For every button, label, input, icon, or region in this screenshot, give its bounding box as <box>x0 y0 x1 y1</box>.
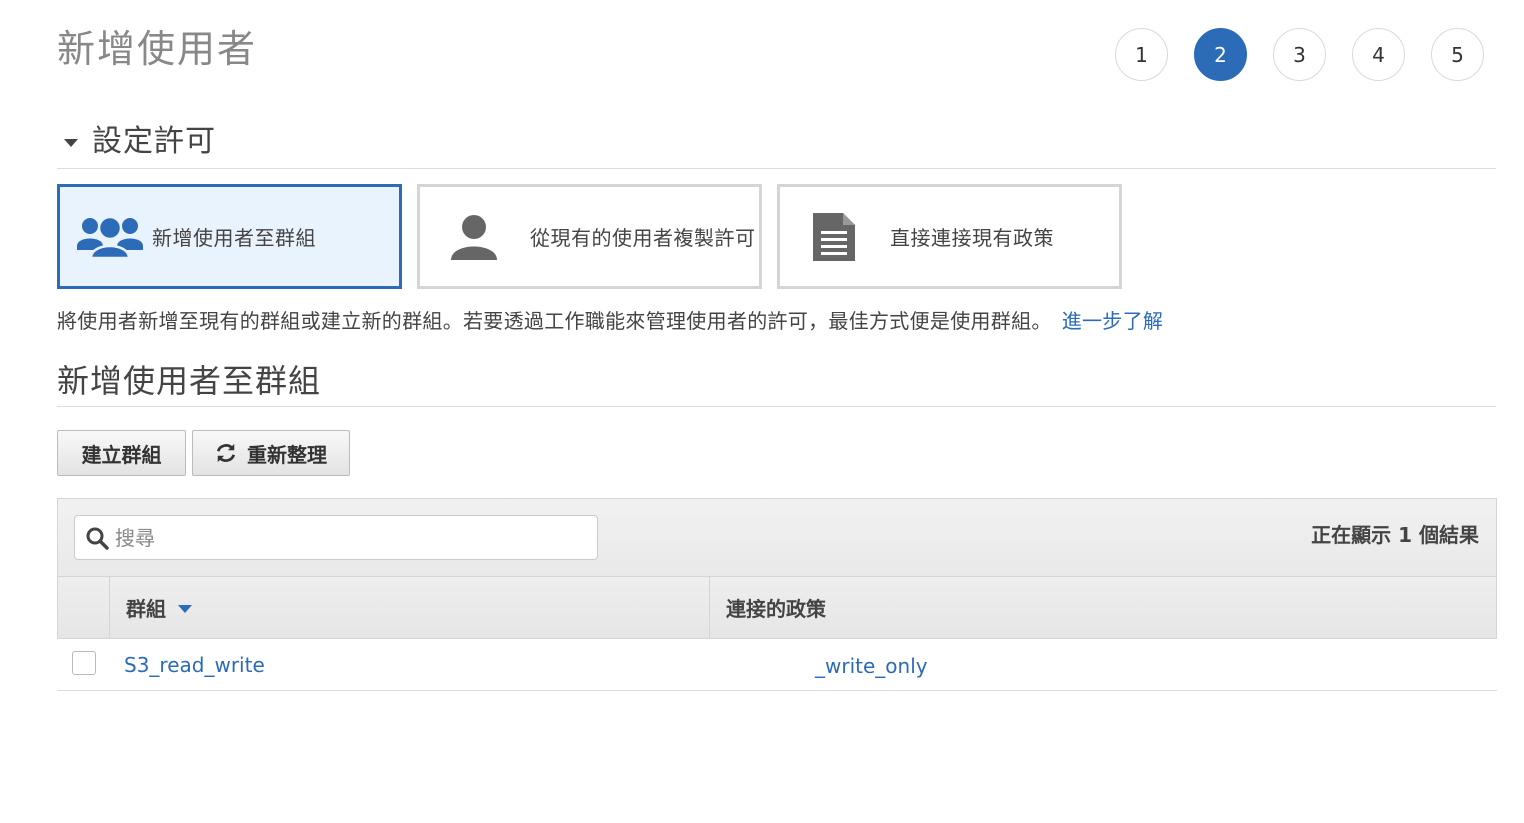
search-icon <box>86 527 109 550</box>
header-group-label: 群組 <box>126 597 166 621</box>
step-4[interactable]: 4 <box>1352 28 1405 81</box>
sort-desc-icon[interactable] <box>178 605 192 613</box>
create-group-button[interactable]: 建立群組 <box>57 430 186 476</box>
document-icon <box>798 209 870 265</box>
search-box[interactable] <box>74 515 598 560</box>
option-copy-from-user[interactable]: 從現有的使用者複製許可 <box>417 184 762 289</box>
step-1[interactable]: 1 <box>1115 28 1168 81</box>
groups-title: 新增使用者至群組 <box>57 356 1496 407</box>
section-title: 設定許可 <box>92 124 216 159</box>
permissions-section-header[interactable]: 設定許可 <box>57 122 1496 169</box>
group-link[interactable]: S3_read_write <box>124 653 265 677</box>
refresh-label: 重新整理 <box>247 442 327 467</box>
header-policies: 連接的政策 <box>710 577 1496 638</box>
table-row: S3_read_write _write_only <box>57 639 1497 691</box>
refresh-button[interactable]: 重新整理 <box>192 430 350 476</box>
step-2[interactable]: 2 <box>1194 28 1247 81</box>
step-5[interactable]: 5 <box>1431 28 1484 81</box>
result-count: 正在顯示 1 個結果 <box>1311 523 1479 547</box>
row-checkbox[interactable] <box>72 651 96 675</box>
table-filter-bar: 正在顯示 1 個結果 <box>57 498 1497 576</box>
table-header: 群組 連接的政策 <box>57 576 1497 639</box>
page-title: 新增使用者 <box>57 27 258 71</box>
option-label: 直接連接現有政策 <box>890 226 1054 250</box>
create-group-label: 建立群組 <box>81 442 162 467</box>
description-text: 將使用者新增至現有的群組或建立新的群組。若要透過工作職能來管理使用者的許可，最佳… <box>57 309 1052 333</box>
collapse-caret-icon[interactable] <box>64 139 78 147</box>
users-group-icon <box>74 209 146 265</box>
option-add-to-group[interactable]: 新增使用者至群組 <box>57 184 402 289</box>
header-policies-label: 連接的政策 <box>726 597 826 621</box>
header-select-column <box>58 577 110 638</box>
option-attach-policy[interactable]: 直接連接現有政策 <box>777 184 1122 289</box>
wizard-steps: 1 2 3 4 5 <box>1115 28 1484 81</box>
policy-link[interactable]: _write_only <box>815 654 928 678</box>
search-input[interactable] <box>115 525 575 550</box>
groups-toolbar: 建立群組 重新整理 <box>57 430 350 476</box>
option-label: 從現有的使用者複製許可 <box>530 226 756 250</box>
header-group[interactable]: 群組 <box>110 577 710 638</box>
permissions-description: 將使用者新增至現有的群組或建立新的群組。若要透過工作職能來管理使用者的許可，最佳… <box>57 305 1163 334</box>
permission-options: 新增使用者至群組 從現有的使用者複製許可 直接連接現有政策 <box>57 184 1122 289</box>
learn-more-link[interactable]: 進一步了解 <box>1062 309 1164 333</box>
option-label: 新增使用者至群組 <box>152 226 316 250</box>
step-3[interactable]: 3 <box>1273 28 1326 81</box>
refresh-icon <box>216 443 236 463</box>
groups-table: 正在顯示 1 個結果 群組 連接的政策 S3_read_write _write… <box>57 498 1497 691</box>
user-icon <box>438 209 510 265</box>
